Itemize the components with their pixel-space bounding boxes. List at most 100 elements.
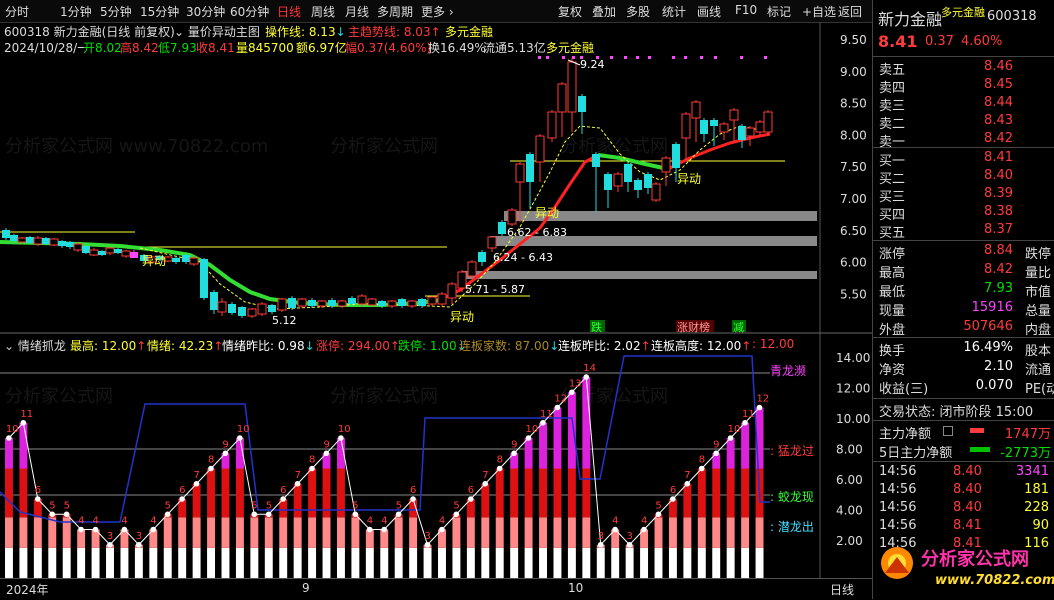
signal-dot xyxy=(610,56,613,59)
stat-row-label: 外盘 xyxy=(879,323,906,338)
btn-back[interactable]: 返回 xyxy=(838,3,862,20)
tab-monthly[interactable]: 月线 xyxy=(345,3,369,20)
quote-price-row: 8.41 0.37 4.60% xyxy=(873,32,1054,54)
btn-overlay[interactable]: 叠加 xyxy=(592,3,616,20)
btn-f10[interactable]: F10 xyxy=(735,3,757,17)
mood-dot xyxy=(742,419,748,426)
stat2-row-right-label: 股本 xyxy=(1025,344,1052,359)
mood-value: 6 xyxy=(179,485,185,496)
mood-bar xyxy=(683,517,692,548)
base-bar xyxy=(149,547,158,578)
btn-draw[interactable]: 画线 xyxy=(697,3,721,20)
btn-fuquan[interactable]: 复权 xyxy=(558,3,582,20)
mood-dot xyxy=(265,511,272,518)
candle-body xyxy=(114,249,122,253)
btn-mark[interactable]: 标记 xyxy=(767,3,791,20)
bid-row: 买四 8.38 xyxy=(873,203,1054,223)
mood-dot xyxy=(49,511,55,518)
btn-add-watch[interactable]: +自选 xyxy=(802,3,836,20)
price-change: 0.37 xyxy=(925,34,954,49)
mood-dot xyxy=(338,435,344,441)
mood-value: 13 xyxy=(569,378,582,389)
tab-15min[interactable]: 15分钟 xyxy=(140,3,179,20)
mood-bar xyxy=(553,468,562,518)
base-bar xyxy=(77,547,86,578)
price-tick: 9.00 xyxy=(840,65,867,79)
candle-body xyxy=(467,261,477,277)
mood-dot xyxy=(280,496,286,502)
candle-body xyxy=(418,299,426,306)
price-tick: 6.00 xyxy=(840,256,867,270)
candle-body xyxy=(172,258,180,262)
mood-dot xyxy=(20,419,27,426)
mood-dot xyxy=(164,511,171,518)
info-icon[interactable] xyxy=(943,426,953,436)
ask-row-label: 卖一 xyxy=(879,135,906,150)
candle-body xyxy=(672,144,680,168)
signal-dot xyxy=(648,56,651,59)
btn-stats[interactable]: 统计 xyxy=(662,3,686,20)
mood-bar xyxy=(726,438,735,469)
btn-multistock[interactable]: 多股 xyxy=(626,3,650,20)
tab-1min[interactable]: 1分钟 xyxy=(60,3,92,20)
bid-row-value: 8.40 xyxy=(984,168,1013,183)
mood-value: 6 xyxy=(35,485,41,496)
tab-fenshi[interactable]: 分时 xyxy=(5,3,29,20)
anno-gap3: 5.71 - 5.87 xyxy=(465,283,525,296)
mood-value: 4 xyxy=(78,516,84,527)
mood-bar xyxy=(5,438,13,469)
tab-weekly[interactable]: 周线 xyxy=(311,3,335,20)
ask-row: 卖五 8.46 xyxy=(873,58,1054,78)
svg-text:分析家公式网: 分析家公式网 xyxy=(330,136,438,157)
candle-body xyxy=(200,259,208,298)
ind-tick: 2.00 xyxy=(836,534,863,548)
base-bar xyxy=(5,547,13,578)
base-bar xyxy=(178,547,187,578)
mood-dot xyxy=(107,541,113,548)
candle-body xyxy=(182,255,190,262)
chevron-down-icon: ⌄ xyxy=(4,339,15,353)
bid-row: 买五 8.37 xyxy=(873,221,1054,241)
mood-value: 9 xyxy=(323,439,329,450)
stock-concept: 多元金融 xyxy=(941,6,985,19)
tab-daily[interactable]: 日线 xyxy=(277,3,301,20)
ind-tick: 14.00 xyxy=(836,351,870,365)
base-bar xyxy=(207,547,216,578)
tab-30min[interactable]: 30分钟 xyxy=(186,3,225,20)
mood-dot xyxy=(410,496,416,502)
base-bar xyxy=(495,547,504,578)
mood-dot xyxy=(482,480,489,487)
mood-value: 6 xyxy=(670,485,676,496)
mood-bar xyxy=(322,517,331,548)
mood-bar xyxy=(741,468,750,518)
candle-body xyxy=(328,300,336,306)
kline-chart[interactable]: 9.50 9.00 8.50 8.00 7.50 7.00 6.50 6.00 5.50 14.… xyxy=(0,22,872,578)
mood-value: 5 xyxy=(655,500,661,511)
mood-value: 3 xyxy=(598,531,604,542)
price-tick: 6.50 xyxy=(840,224,867,238)
divider xyxy=(873,398,1054,399)
base-bar xyxy=(134,547,143,578)
indicator-name[interactable]: ⌄ 情绪抓龙 xyxy=(4,337,66,354)
bid-row-value: 8.37 xyxy=(984,222,1013,237)
tab-5min[interactable]: 5分钟 xyxy=(100,3,132,20)
tab-60min[interactable]: 60分钟 xyxy=(230,3,269,20)
tab-multi-period[interactable]: 多周期 xyxy=(377,3,413,20)
mood-value: 8 xyxy=(699,455,705,466)
base-bar xyxy=(264,547,273,578)
base-bar xyxy=(380,547,389,578)
price-tick: 5.50 xyxy=(840,287,867,301)
ind-zhangting: 涨停: 294.00↑ xyxy=(316,339,400,353)
mood-value: 5 xyxy=(64,500,70,511)
stat-row: 现量 15916 总量 xyxy=(873,299,1054,319)
mood-dot xyxy=(208,465,214,472)
bid-row: 买三 8.39 xyxy=(873,185,1054,205)
mood-value: 14 xyxy=(583,363,596,374)
signal-dot xyxy=(672,56,675,59)
signal-dot xyxy=(740,56,743,59)
divider xyxy=(873,56,1054,57)
mood-bar xyxy=(5,468,13,518)
candle-body xyxy=(49,238,59,246)
tick-price: 8.40 xyxy=(953,482,982,497)
tab-more[interactable]: 更多 › xyxy=(421,3,454,20)
